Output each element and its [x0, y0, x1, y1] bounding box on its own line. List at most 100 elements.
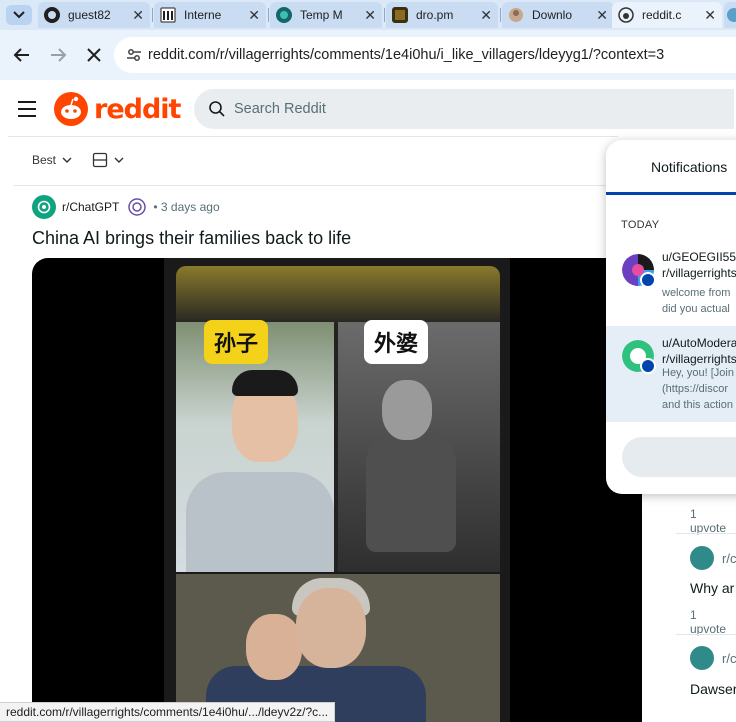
tab-label: reddit.c: [642, 8, 682, 22]
sidebar-subreddit-icon[interactable]: [690, 646, 714, 670]
url-text: reddit.com/r/villagerrights/comments/1e4…: [148, 47, 665, 63]
see-all-button[interactable]: [622, 437, 736, 477]
notifications-title[interactable]: Notifications: [651, 159, 727, 175]
grandson-hair: [232, 370, 298, 396]
view-dropdown[interactable]: [92, 152, 124, 168]
link-status-bar: reddit.com/r/villagerrights/comments/1e4…: [0, 702, 336, 722]
sort-label: Best: [32, 153, 57, 167]
internet-archive-icon: [160, 7, 176, 23]
tab-separator: [152, 8, 153, 22]
chevron-down-icon: [114, 157, 124, 163]
sidebar-divider: [676, 634, 736, 635]
close-icon[interactable]: ✕: [704, 7, 716, 24]
post-timestamp: • 3 days ago: [153, 200, 220, 214]
video-glow: [176, 266, 500, 326]
sort-dropdown[interactable]: Best: [32, 153, 72, 167]
reddit-snoo-icon: [54, 92, 88, 126]
close-icon[interactable]: ✕: [480, 7, 492, 24]
tab-label: Downlo: [532, 8, 573, 22]
arrow-left-icon: [13, 48, 29, 62]
forward-button[interactable]: [46, 43, 70, 67]
site-info-icon[interactable]: [126, 47, 142, 63]
notification-item[interactable]: u/GEOEGII555 r/villagerrights welcome fr…: [606, 240, 736, 336]
back-button[interactable]: [10, 43, 34, 67]
hug-face-grandson: [246, 614, 302, 680]
caption-grandmother: 外婆: [364, 320, 429, 364]
tab-overflow[interactable]: [724, 2, 736, 28]
subreddit-avatar[interactable]: [32, 195, 56, 219]
sidebar-post-title-3[interactable]: Dawser: [690, 681, 736, 697]
sidebar-post-title-2[interactable]: Why ar: [690, 580, 734, 596]
tab-github[interactable]: guest82 ✕: [38, 2, 150, 28]
sidebar-subreddit-2[interactable]: r/c: [722, 551, 736, 566]
header-divider: [8, 136, 618, 137]
hug-face-grandmother: [296, 588, 366, 668]
tab-dro-pm[interactable]: dro.pm ✕: [386, 2, 498, 28]
comment-badge-icon: [640, 272, 656, 288]
close-icon[interactable]: ✕: [596, 7, 608, 24]
sidebar-subreddit-3[interactable]: r/c: [722, 651, 736, 666]
tab-separator: [500, 8, 501, 22]
search-input[interactable]: Search Reddit: [194, 89, 734, 129]
post-video[interactable]: 孙子 外婆: [32, 258, 642, 722]
tab-label: guest82: [68, 8, 111, 22]
notification-subreddit: r/villagerrights: [662, 352, 736, 366]
address-bar[interactable]: reddit.com/r/villagerrights/comments/1e4…: [114, 37, 736, 73]
tab-separator: [268, 8, 269, 22]
close-icon[interactable]: ✕: [364, 7, 376, 24]
reddit-header: reddit Search Reddit: [0, 80, 736, 138]
close-icon[interactable]: ✕: [132, 7, 144, 24]
caption-grandson: 孙子: [204, 320, 269, 364]
notification-preview: Hey, you! [Join: [662, 367, 734, 379]
download-icon: [509, 8, 523, 22]
reddit-icon: [618, 7, 634, 23]
openai-icon: [37, 200, 51, 214]
grandson-figure: [186, 472, 334, 572]
chevron-down-icon: [13, 11, 25, 19]
globe-icon: [727, 8, 736, 22]
tab-separator: [384, 8, 385, 22]
reddit-logo[interactable]: reddit: [54, 92, 181, 126]
notification-user: u/GEOEGII555: [662, 250, 736, 264]
stop-loading-button[interactable]: [82, 43, 106, 67]
arrow-right-icon: [51, 48, 67, 62]
notification-preview: (https://discor: [662, 383, 729, 395]
video-bottom-half: [176, 574, 500, 722]
sidebar-subreddit-icon[interactable]: [690, 546, 714, 570]
close-icon: [87, 48, 101, 62]
reddit-wordmark: reddit: [94, 93, 181, 125]
notification-user: u/AutoModerator: [662, 336, 736, 350]
tab-temp-mail[interactable]: Temp M ✕: [270, 2, 382, 28]
search-icon: [209, 101, 225, 117]
sidebar-upvotes-1: 1 upvote: [690, 507, 727, 535]
tab-label: Interne: [184, 8, 222, 22]
notifications-panel: Notifications TODAY u/GEOEGII555 r/villa…: [606, 140, 736, 494]
tab-label: dro.pm: [416, 8, 454, 22]
subreddit-name[interactable]: r/ChatGPT: [62, 200, 119, 214]
notification-item[interactable]: u/AutoModerator r/villagerrights Hey, yo…: [606, 326, 736, 422]
grandmother-figure: [366, 432, 456, 552]
tab-internet-archive[interactable]: Interne ✕: [154, 2, 266, 28]
close-icon[interactable]: ✕: [248, 7, 260, 24]
post-title[interactable]: China AI brings their families back to l…: [32, 228, 351, 249]
notification-preview: welcome from: [662, 287, 731, 299]
browser-toolbar: reddit.com/r/villagerrights/comments/1e4…: [0, 30, 736, 80]
hamburger-menu-icon[interactable]: [16, 98, 38, 120]
tab-download[interactable]: Downlo ✕: [502, 2, 614, 28]
card-view-icon: [92, 152, 108, 168]
notifications-tab-indicator: [606, 192, 736, 195]
openai-flair-icon: [128, 198, 147, 216]
browser-tab-bar: guest82 ✕ Interne ✕ Temp M ✕ dro.pm ✕ Do…: [0, 0, 736, 30]
post-time-text: 3 days ago: [160, 200, 220, 214]
search-placeholder: Search Reddit: [234, 101, 326, 117]
notifications-section-label: TODAY: [621, 219, 660, 231]
tab-search-button[interactable]: [6, 5, 32, 25]
notification-preview: and this action: [662, 399, 733, 411]
dro-pm-icon: [392, 7, 408, 23]
sidebar-upvotes-2: 1 upvote: [690, 608, 727, 636]
post-meta: r/ChatGPT • 3 days ago: [32, 195, 220, 219]
grandmother-face: [382, 380, 432, 440]
sidebar-divider: [676, 533, 736, 534]
tab-reddit[interactable]: reddit.c ✕: [612, 2, 722, 28]
notification-subreddit: r/villagerrights: [662, 266, 736, 280]
